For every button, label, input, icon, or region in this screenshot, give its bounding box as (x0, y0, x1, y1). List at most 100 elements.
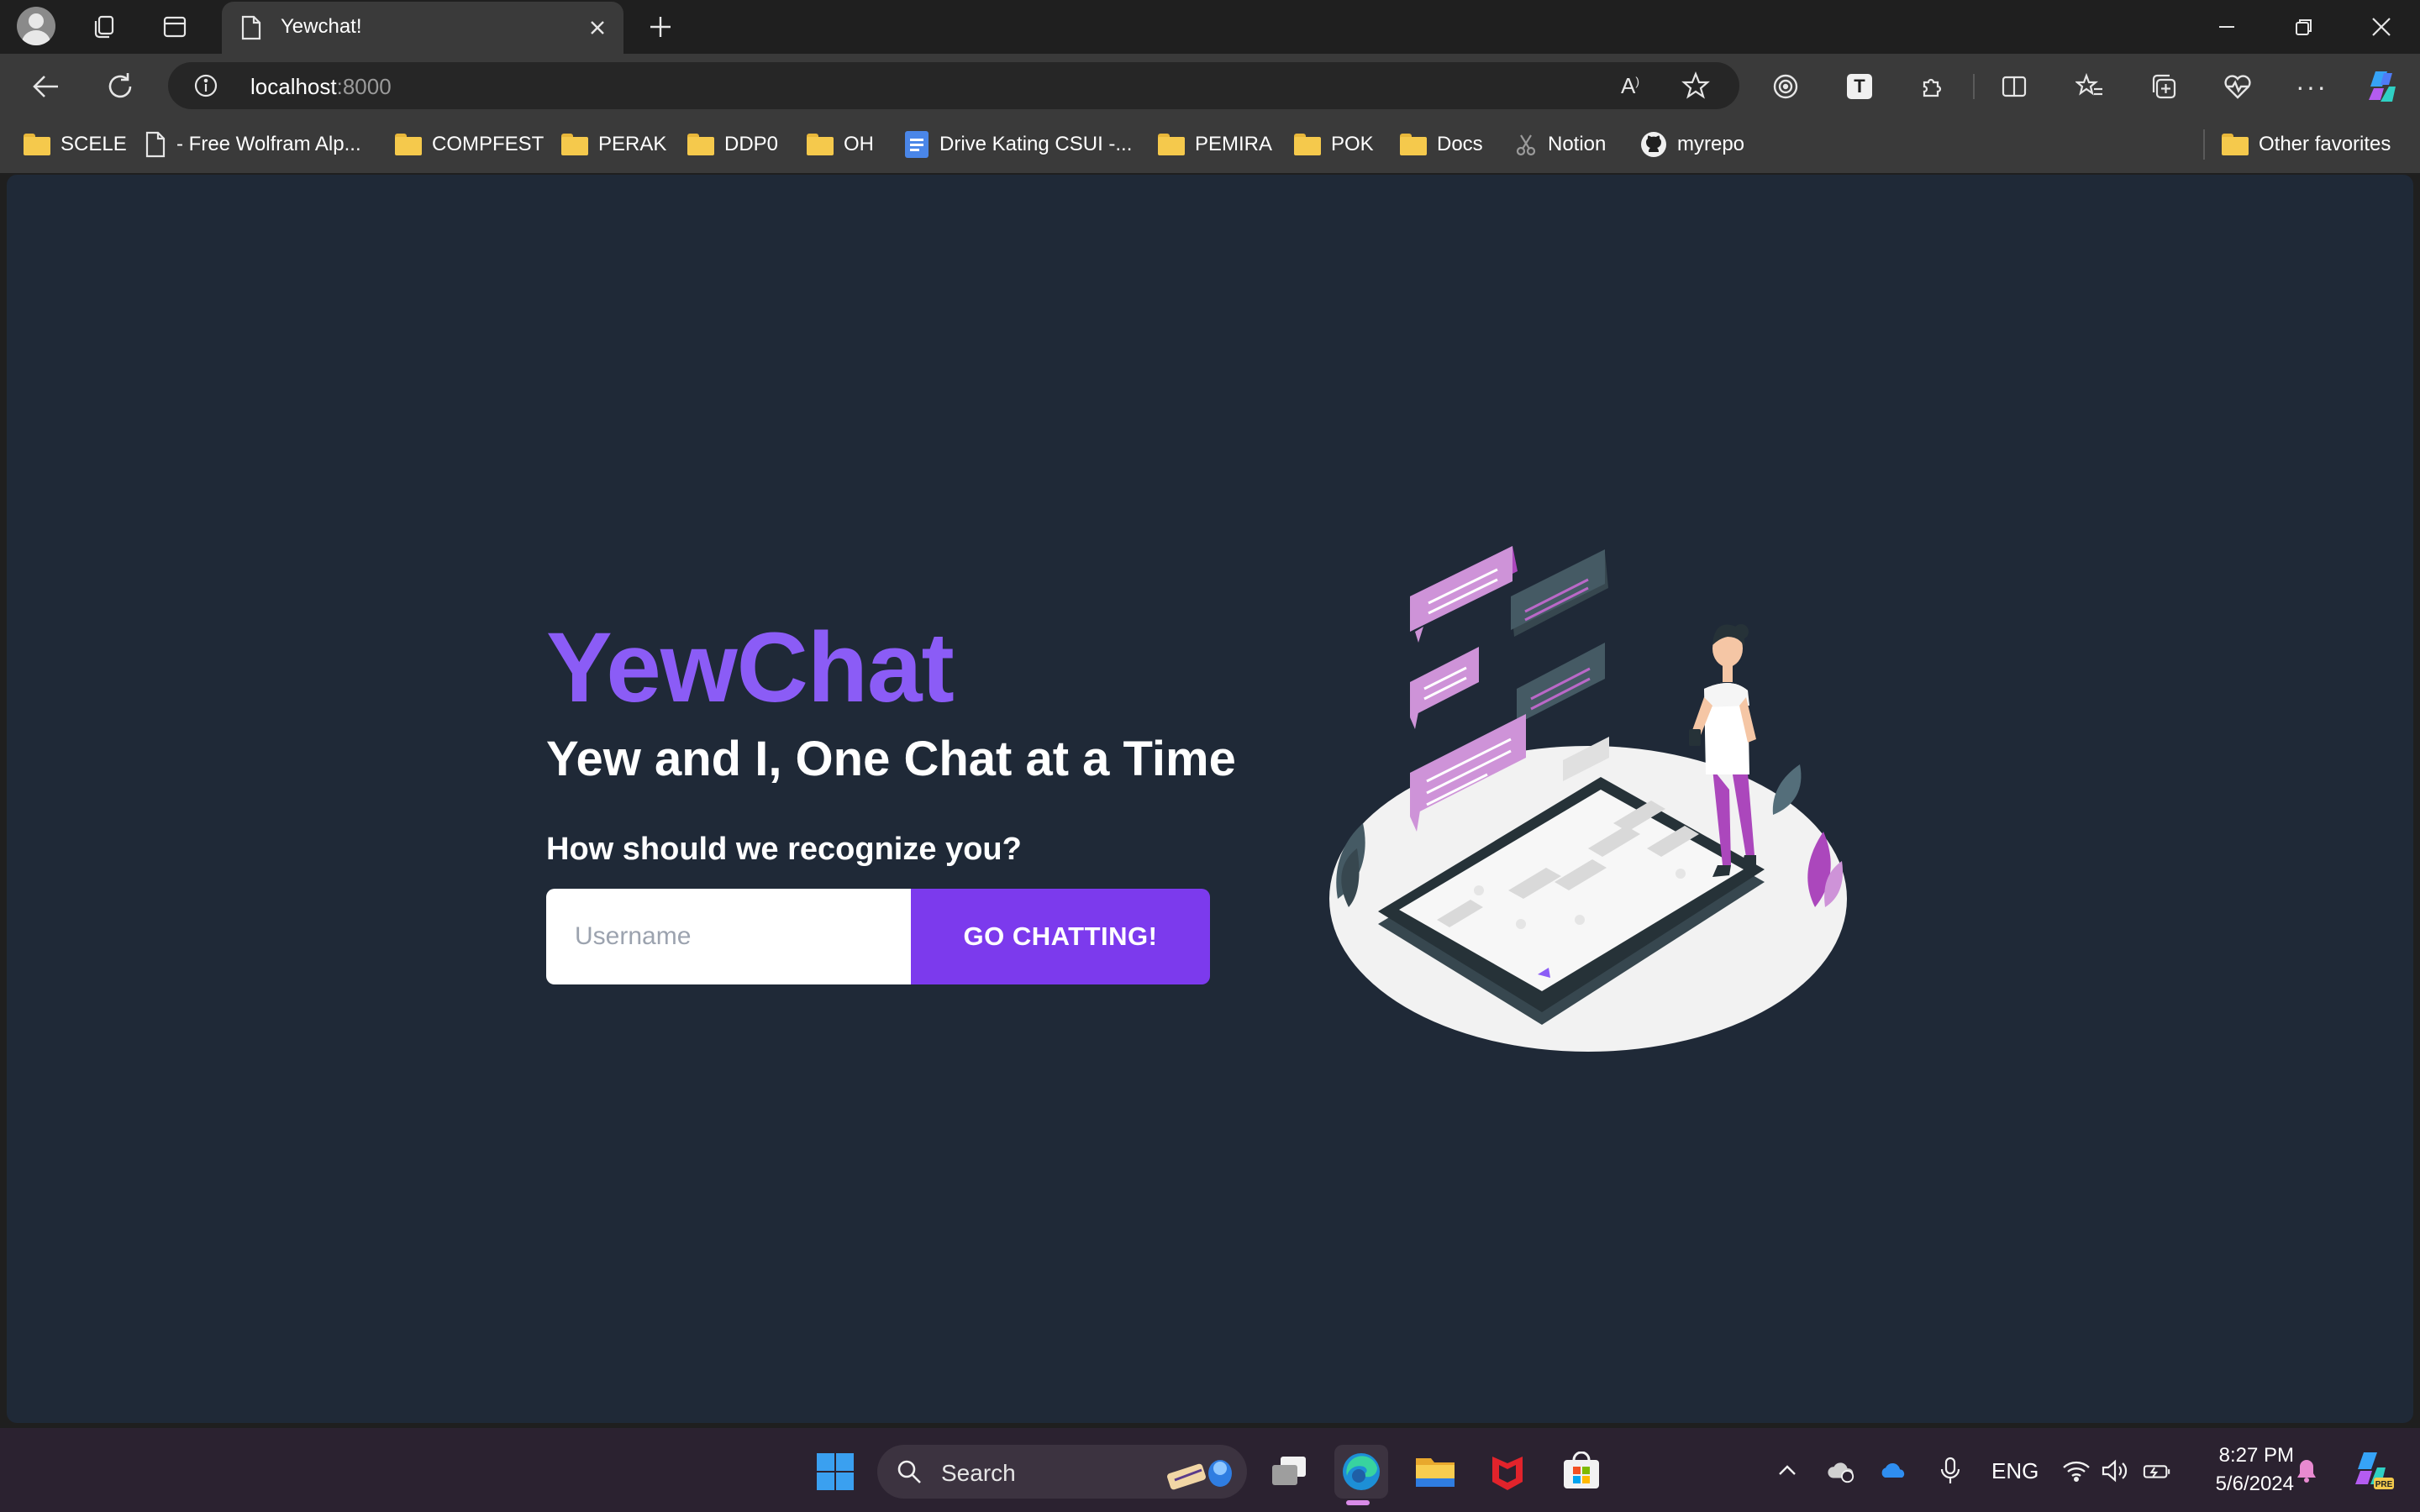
onedrive-icon[interactable] (1879, 1457, 1907, 1485)
bookmark-notion[interactable]: Notion (1514, 128, 1606, 161)
page-icon (145, 131, 166, 158)
chat-bubble-dark-mid (1517, 643, 1605, 724)
bookmark-label: myrepo (1677, 133, 1745, 155)
bookmark-label: OH (844, 133, 874, 155)
bookmark-other-favorites[interactable]: Other favorites (2222, 128, 2391, 161)
browser-titlebar: Yewchat! (0, 0, 2420, 54)
extensions-icon[interactable] (1912, 66, 1954, 108)
microphone-icon[interactable] (1936, 1457, 1965, 1485)
file-explorer-icon[interactable] (1408, 1445, 1462, 1499)
close-window-icon[interactable] (2343, 0, 2420, 54)
bookmark-oh[interactable]: OH (807, 128, 874, 161)
bookmarks-bar: SCELE - Free Wolfram Alp... COMPFEST PER… (0, 118, 2420, 173)
back-icon[interactable] (25, 66, 67, 108)
bookmark-scele[interactable]: SCELE (24, 128, 127, 161)
edge-icon[interactable] (1334, 1445, 1388, 1499)
bookmark-wolfram[interactable]: - Free Wolfram Alp... (145, 128, 361, 161)
login-form: GO CHATTING! (546, 889, 1210, 984)
page-viewport (7, 175, 2413, 1423)
folder-icon (1400, 134, 1427, 155)
github-icon (1641, 132, 1666, 157)
favorite-star-icon[interactable] (1679, 69, 1712, 102)
username-input[interactable] (546, 889, 911, 984)
tracking-icon[interactable] (1765, 66, 1807, 108)
bookmark-label: - Free Wolfram Alp... (176, 133, 361, 155)
bookmark-label: Docs (1437, 133, 1483, 155)
chat-bubble-purple-mid (1410, 647, 1479, 729)
collections-icon[interactable] (2143, 66, 2185, 108)
bookmark-pemira[interactable]: PEMIRA (1158, 128, 1272, 161)
folder-icon (807, 134, 834, 155)
url-port: :8000 (336, 74, 392, 99)
active-app-indicator (1346, 1500, 1370, 1505)
bookmark-docs[interactable]: Docs (1400, 128, 1483, 161)
url-text[interactable]: localhost:8000 (250, 74, 392, 100)
bookmark-label: PEMIRA (1195, 133, 1273, 155)
mcafee-icon[interactable] (1481, 1445, 1534, 1499)
chevron-up-icon[interactable] (1773, 1457, 1802, 1485)
active-tab[interactable]: Yewchat! (222, 2, 623, 54)
clock-time: 8:27 PM (2218, 1444, 2294, 1467)
notification-bell-icon[interactable] (2292, 1457, 2321, 1485)
language-indicator[interactable]: ENG (1991, 1458, 2039, 1484)
bookmark-pok[interactable]: POK (1294, 128, 1374, 161)
bookmark-label: Drive Kating CSUI -... (939, 133, 1133, 155)
folder-icon (687, 134, 714, 155)
bookmark-label: COMPFEST (432, 133, 544, 155)
start-icon[interactable] (808, 1445, 862, 1499)
microsoft-store-icon[interactable] (1555, 1445, 1608, 1499)
bookmark-perak[interactable]: PERAK (561, 128, 666, 161)
extension-t-icon[interactable]: T (1839, 66, 1881, 108)
battery-icon[interactable] (2143, 1457, 2171, 1485)
copilot-pre-icon[interactable]: PRE (2349, 1446, 2396, 1494)
close-tab-icon[interactable] (583, 13, 612, 42)
bookmark-ddp0[interactable]: DDP0 (687, 128, 778, 161)
restore-icon[interactable] (2265, 0, 2343, 54)
read-aloud-icon[interactable]: A) (1613, 69, 1647, 102)
address-bar[interactable]: localhost:8000 A) (168, 62, 1739, 109)
chat-bubble-dark-top (1511, 549, 1608, 637)
page-icon (240, 15, 262, 45)
tagline: Yew and I, One Chat at a Time (546, 732, 1236, 786)
bookmark-drive-kating[interactable]: Drive Kating CSUI -... (904, 128, 1132, 161)
bookmark-label: PERAK (598, 133, 667, 155)
more-options-icon[interactable]: ··· (2291, 66, 2333, 108)
bookmark-label: DDP0 (724, 133, 779, 155)
taskbar-search[interactable]: Search (877, 1445, 1247, 1499)
go-chatting-button[interactable]: GO CHATTING! (911, 889, 1210, 984)
chat-bubble-purple-top (1410, 546, 1518, 643)
wifi-icon[interactable] (2062, 1457, 2091, 1485)
clock-date: 5/6/2024 (2215, 1473, 2294, 1495)
tab-title: Yewchat! (281, 15, 362, 38)
refresh-icon[interactable] (99, 66, 141, 108)
url-host: localhost (250, 74, 337, 99)
new-tab-icon[interactable] (640, 7, 681, 47)
folder-icon (395, 134, 422, 155)
task-view-icon[interactable] (1262, 1445, 1316, 1499)
bookmark-compfest[interactable]: COMPFEST (395, 128, 544, 161)
site-info-icon[interactable] (193, 73, 218, 98)
toolbar-divider (1973, 74, 1975, 99)
bookmark-myrepo[interactable]: myrepo (1640, 128, 1744, 161)
bookmark-label: SCELE (60, 133, 127, 155)
minimize-icon[interactable] (2188, 0, 2265, 54)
folder-icon (2222, 134, 2249, 155)
docs-icon (905, 131, 929, 158)
folder-icon (1158, 134, 1185, 155)
svg-text:PRE: PRE (2375, 1480, 2393, 1489)
vertical-tabs-icon[interactable] (155, 7, 195, 47)
search-highlight-icon (1167, 1460, 1232, 1490)
split-screen-icon[interactable] (1993, 66, 2035, 108)
favorites-icon[interactable] (2069, 66, 2111, 108)
profile-avatar[interactable] (17, 7, 55, 45)
clock[interactable]: 8:27 PM 5/6/2024 (2185, 1441, 2294, 1499)
copilot-icon[interactable] (2361, 66, 2403, 108)
browser-toolbar: localhost:8000 A) T ··· (0, 54, 2420, 118)
cloud-sync-icon[interactable] (1827, 1457, 1855, 1485)
browser-essentials-icon[interactable] (2217, 66, 2259, 108)
search-icon (897, 1460, 921, 1483)
folder-icon (1294, 134, 1321, 155)
workspaces-icon[interactable] (84, 7, 124, 47)
windows-taskbar: Search ENG 8:27 PM 5/6/2024 PRE (0, 1428, 2420, 1512)
volume-icon[interactable] (2101, 1457, 2129, 1485)
